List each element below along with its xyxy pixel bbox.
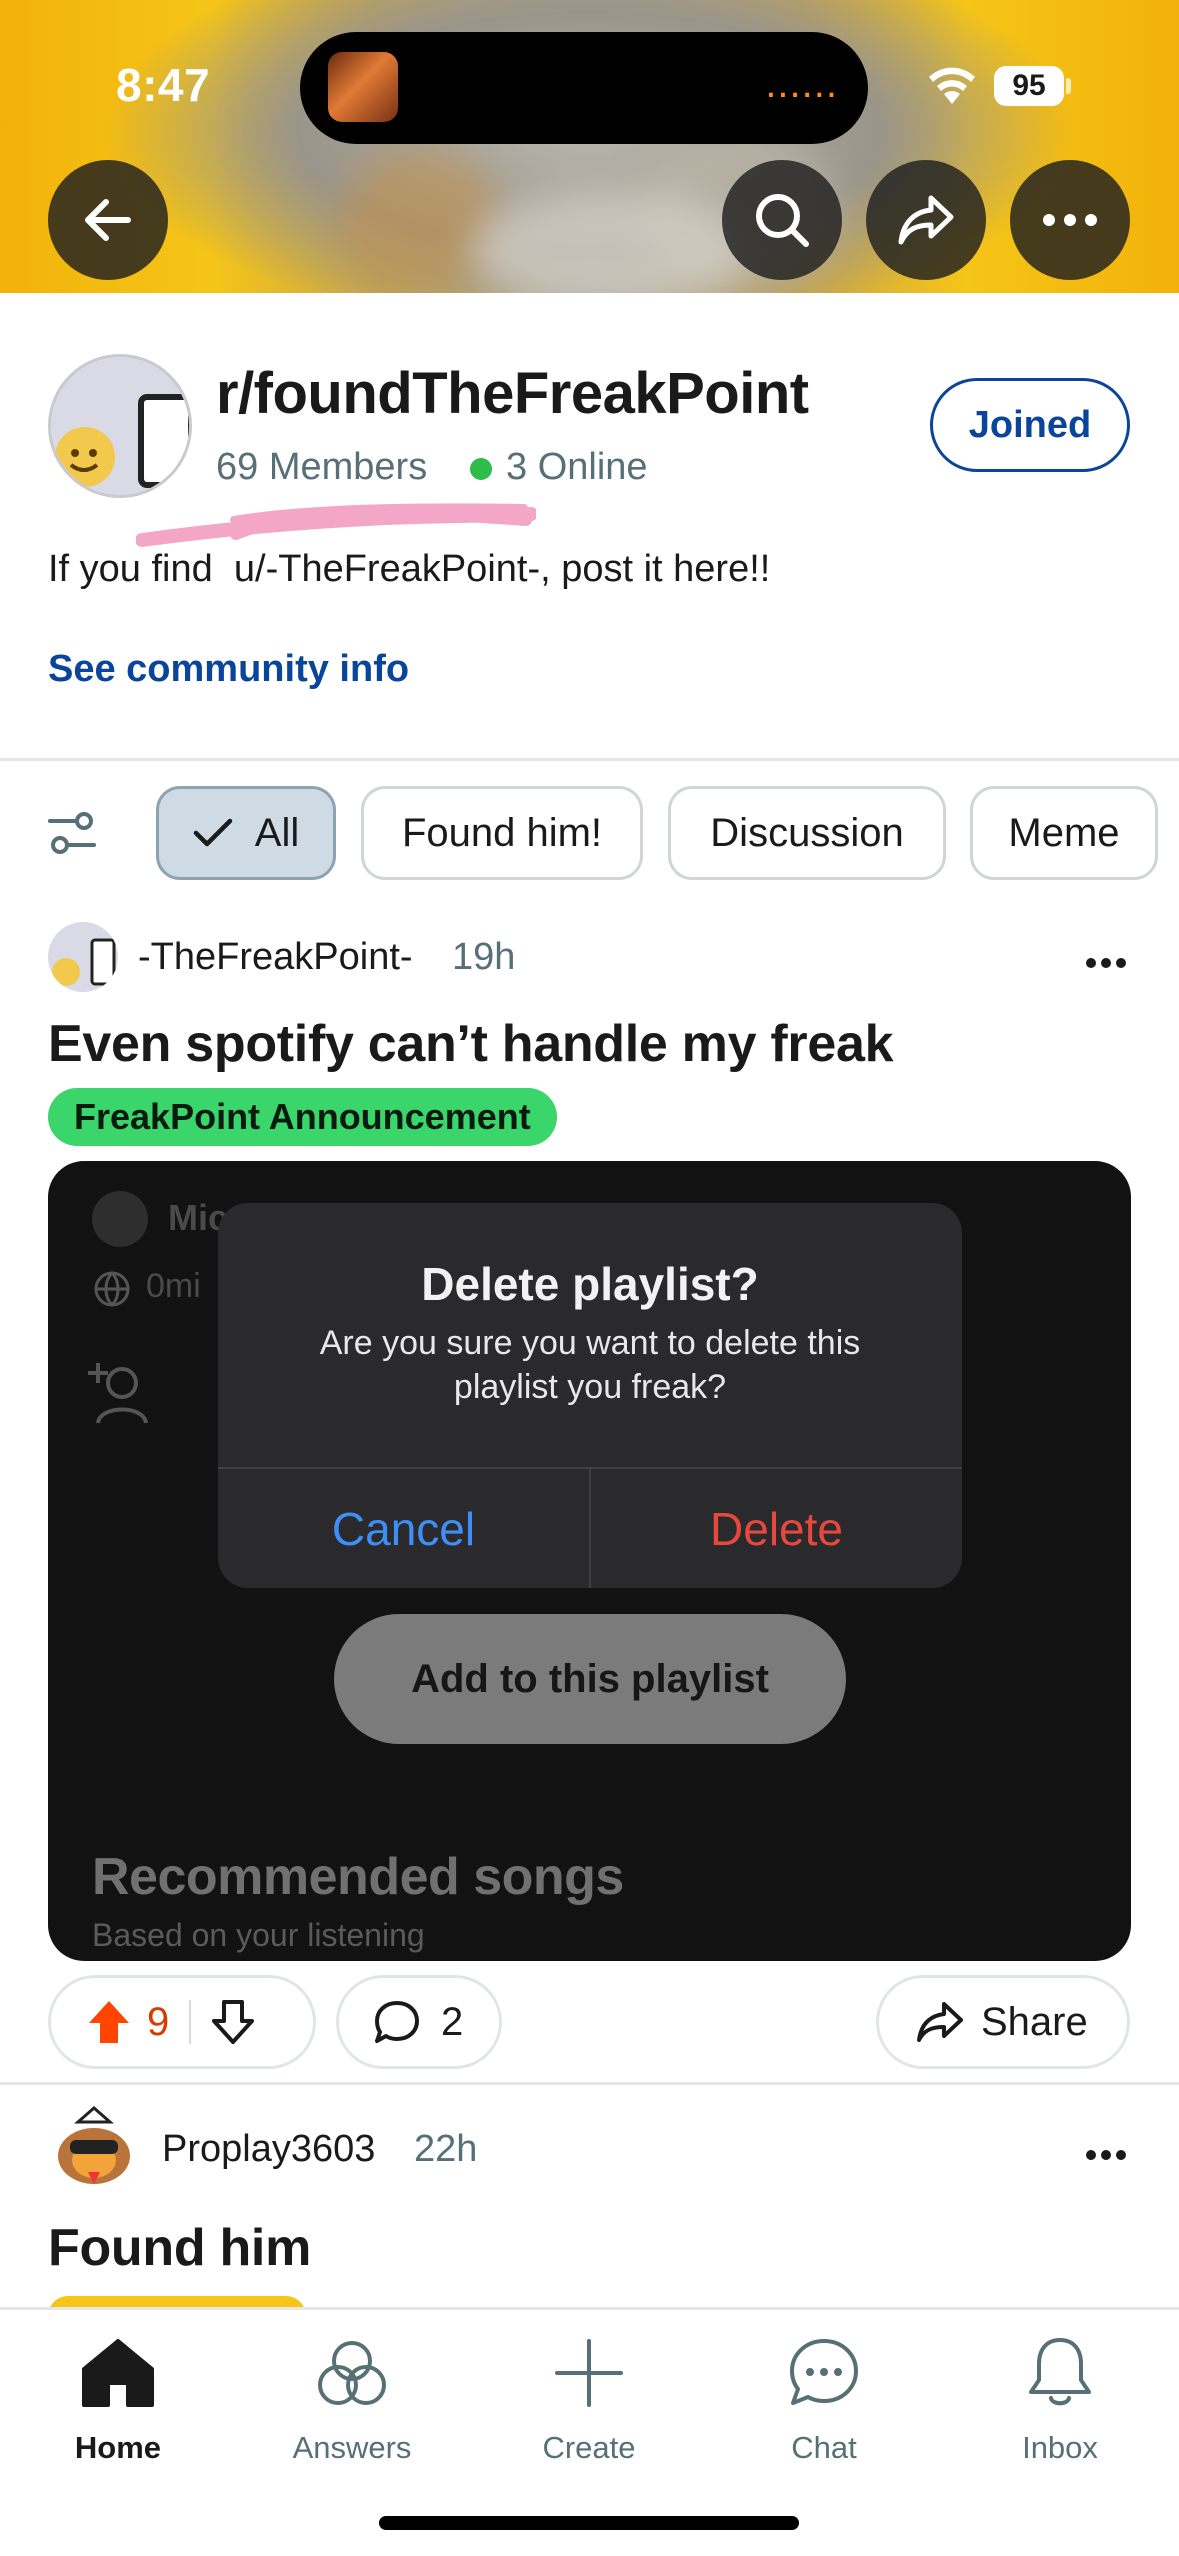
flair-chip-label: Found him! — [401, 810, 603, 855]
downvote-icon[interactable] — [211, 1999, 255, 2045]
vote-pill: 9 — [48, 1975, 316, 2069]
post-author-avatar[interactable] — [48, 2100, 140, 2192]
redaction-scribble — [136, 503, 536, 547]
now-playing-thumbnail — [328, 52, 398, 122]
bell-icon — [1029, 2338, 1091, 2406]
post-share-button[interactable]: Share — [876, 1975, 1130, 2069]
back-button[interactable] — [48, 160, 168, 280]
tab-label: Home — [74, 2430, 162, 2465]
flair-chip-discussion[interactable]: Discussion — [668, 786, 946, 880]
tab-home[interactable]: Home — [18, 2330, 218, 2466]
tab-chat[interactable]: Chat — [724, 2330, 924, 2466]
post-time: 22h — [414, 2128, 478, 2170]
tab-label: Create — [542, 2430, 636, 2465]
online-status-dot — [470, 458, 492, 480]
search-button[interactable] — [722, 160, 842, 280]
community-avatar — [48, 354, 192, 498]
post-author-name[interactable]: Proplay3603 — [162, 2128, 375, 2171]
post-time: 19h — [452, 936, 516, 978]
share-button[interactable] — [866, 160, 986, 280]
author-avatar-image — [58, 2106, 130, 2184]
wifi-icon — [929, 67, 975, 104]
delete-playlist-dialog: Delete playlist? Are you sure you want t… — [218, 1203, 962, 1588]
search-icon — [756, 194, 809, 247]
post-title[interactable]: Found him — [48, 2218, 311, 2278]
tab-label: Chat — [791, 2430, 857, 2465]
share-arrow-icon — [898, 195, 954, 245]
home-icon — [82, 2339, 154, 2407]
member-count: 69 Members — [216, 446, 428, 488]
post-author-name[interactable]: -TheFreakPoint- — [138, 936, 413, 979]
flair-chip-label: All — [254, 810, 300, 855]
post-image[interactable]: Mic 0mi Delete playlist? Are you sure yo… — [48, 1161, 1131, 1961]
profile-circle-icon — [92, 1191, 148, 1247]
comment-count: 2 — [441, 1999, 464, 2044]
post-more-button[interactable] — [1085, 2122, 1127, 2172]
vote-separator — [189, 2000, 192, 2044]
community-name: r/foundTheFreakPoint — [216, 361, 809, 426]
flair-chip-meme[interactable]: Meme — [970, 786, 1158, 880]
banner-blur-shape — [340, 150, 500, 290]
post-divider — [0, 2082, 1179, 2085]
tab-label: Answers — [292, 2430, 412, 2465]
post-flair-badge: FreakPoint Announcement — [48, 1088, 557, 1146]
recommended-songs-subtitle: Based on your listening — [92, 1917, 425, 1953]
dialog-cancel-button: Cancel — [331, 1502, 476, 1555]
add-user-icon — [88, 1363, 148, 1424]
flair-chip-label: Meme — [1008, 810, 1120, 855]
plus-icon — [555, 2339, 623, 2407]
vote-count: 9 — [147, 1999, 170, 2044]
filter-sliders-icon[interactable] — [48, 808, 96, 858]
dialog-delete-button: Delete — [710, 1502, 843, 1555]
checkmark-icon — [193, 818, 233, 847]
globe-icon — [94, 1271, 130, 1307]
ellipsis-icon — [1086, 958, 1126, 968]
upvote-icon[interactable] — [87, 1999, 131, 2045]
online-count: 3 Online — [506, 446, 648, 488]
tab-inbox[interactable]: Inbox — [960, 2330, 1160, 2466]
post-more-button[interactable] — [1085, 930, 1127, 980]
post-title[interactable]: Even spotify can’t handle my freak — [48, 1014, 893, 1074]
community-avatar-image — [51, 357, 189, 495]
tab-create[interactable]: Create — [489, 2330, 689, 2466]
see-community-info-link[interactable]: See community info — [48, 648, 409, 691]
dialog-message: Are you sure you want to delete this pla… — [319, 1324, 861, 1406]
background-duration-text: 0mi — [146, 1267, 201, 1305]
add-to-playlist-button: Add to this playlist — [334, 1614, 846, 1744]
recommended-songs-title: Recommended songs — [92, 1848, 624, 1906]
section-divider — [0, 758, 1179, 761]
flair-chip-label: Discussion — [710, 810, 904, 855]
answers-icon — [318, 2341, 386, 2405]
share-arrow-icon — [917, 2002, 963, 2042]
chat-bubble-icon — [790, 2339, 858, 2405]
more-options-button[interactable] — [1010, 160, 1130, 280]
joined-button[interactable]: Joined — [930, 378, 1130, 472]
tab-answers[interactable]: Answers — [252, 2330, 452, 2466]
dynamic-island: ...... — [300, 32, 868, 144]
comment-bubble-icon — [375, 2001, 419, 2043]
comments-button[interactable]: 2 — [336, 1975, 502, 2069]
post-author-avatar[interactable] — [48, 922, 118, 992]
community-description: If you find u/-TheFreakPoint-, post it h… — [48, 548, 771, 590]
ellipsis-icon — [1086, 2150, 1126, 2160]
author-avatar-image — [52, 938, 116, 986]
battery-nub — [1066, 78, 1071, 94]
home-indicator — [379, 2516, 799, 2530]
ellipsis-icon — [1043, 214, 1097, 226]
arrow-left-icon — [85, 199, 131, 241]
share-label: Share — [981, 1999, 1088, 2044]
dialog-title: Delete playlist? — [421, 1258, 759, 1310]
battery-indicator: 95 — [994, 66, 1064, 106]
island-activity-dots: ...... — [765, 62, 838, 106]
status-time: 8:47 — [116, 59, 211, 111]
flair-chip-all[interactable]: All — [156, 786, 336, 880]
flair-chip-found-him[interactable]: Found him! — [361, 786, 643, 880]
tab-label: Inbox — [1022, 2430, 1098, 2465]
